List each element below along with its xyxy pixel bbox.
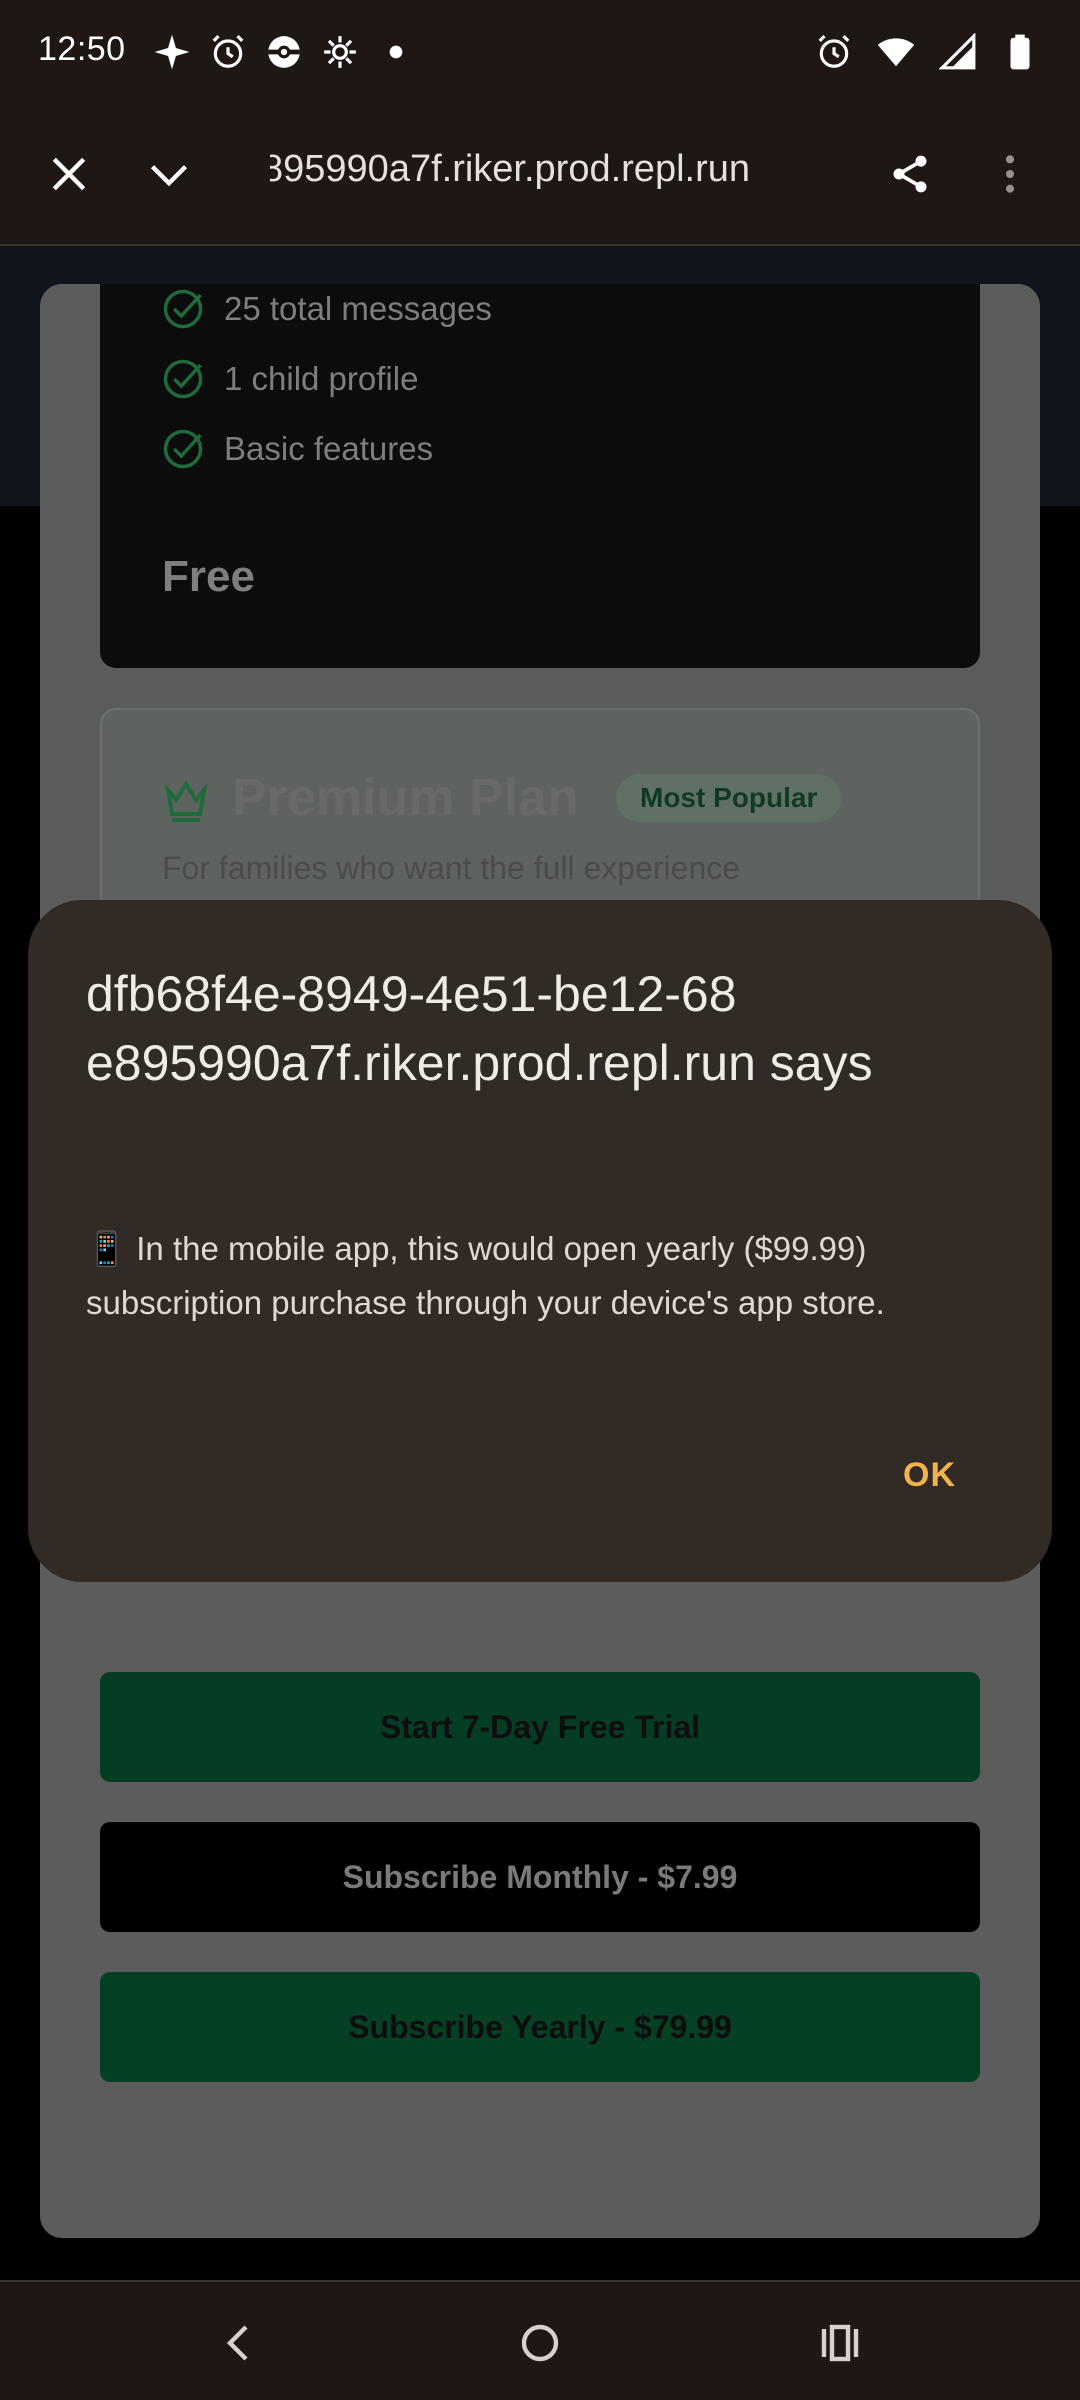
recents-icon xyxy=(821,2324,859,2362)
premium-plan-title: Premium Plan xyxy=(232,769,579,827)
check-circle-icon xyxy=(163,289,203,329)
browser-toolbar: dfb68f4e-8949-4e51-be12-68e895990a7f.rik… xyxy=(0,104,1080,246)
more-vert-icon xyxy=(1005,155,1015,193)
feature-row: Basic features xyxy=(162,428,433,470)
signal-icon xyxy=(938,32,978,72)
free-plan-card: 25 total messages 1 child profile Basic … xyxy=(100,284,980,668)
gear-flower-icon xyxy=(320,32,360,72)
status-right-icons xyxy=(814,30,1040,74)
back-button[interactable] xyxy=(205,2308,275,2378)
more-options-button[interactable] xyxy=(975,139,1045,209)
share-icon xyxy=(893,155,927,193)
close-tab-button[interactable] xyxy=(34,139,104,209)
battery-icon xyxy=(1000,32,1040,72)
home-button[interactable] xyxy=(505,2308,575,2378)
dot-icon xyxy=(376,32,416,72)
home-icon xyxy=(521,2324,559,2362)
dialog-message: 📱 In the mobile app, this would open yea… xyxy=(86,1230,885,1321)
back-icon xyxy=(226,2325,248,2361)
share-button[interactable] xyxy=(875,139,945,209)
subscribe-yearly-button[interactable]: Subscribe Yearly - $79.99 xyxy=(100,1972,980,2082)
pokeball-icon xyxy=(264,32,304,72)
chevron-down-icon xyxy=(150,165,188,187)
status-left-icons xyxy=(152,30,416,74)
premium-plan-description: For families who want the full experienc… xyxy=(162,850,741,886)
alarm-icon xyxy=(814,32,854,72)
navigation-bar xyxy=(0,2280,1080,2400)
free-price-label: Free xyxy=(162,552,255,601)
status-bar: 12:50 xyxy=(0,0,1080,104)
feature-row: 1 child profile xyxy=(162,358,418,400)
alarm-icon xyxy=(208,32,248,72)
dialog-title: dfb68f4e-8949-4e51-be12-68 e895990a7f.ri… xyxy=(86,966,873,1091)
ok-button[interactable]: OK xyxy=(903,1456,956,1495)
recents-button[interactable] xyxy=(805,2308,875,2378)
close-icon xyxy=(52,157,86,191)
feature-label: 1 child profile xyxy=(224,360,419,397)
alert-dialog: dfb68f4e-8949-4e51-be12-68 e895990a7f.ri… xyxy=(28,900,1052,1582)
wifi-icon xyxy=(876,32,916,72)
url-text[interactable]: dfb68f4e-8949-4e51-be12-68e895990a7f.rik… xyxy=(270,148,750,208)
crown-icon xyxy=(164,780,208,822)
minimize-button[interactable] xyxy=(134,139,204,209)
most-popular-badge: Most Popular xyxy=(616,774,842,822)
feature-label: 25 total messages xyxy=(224,290,492,327)
sparkle-icon xyxy=(152,32,192,72)
check-circle-icon xyxy=(163,359,203,399)
start-trial-button[interactable]: Start 7-Day Free Trial xyxy=(100,1672,980,1782)
check-circle-icon xyxy=(163,429,203,469)
feature-row: 25 total messages xyxy=(162,288,492,330)
feature-label: Basic features xyxy=(224,430,434,467)
subscribe-monthly-button[interactable]: Subscribe Monthly - $7.99 xyxy=(100,1822,980,1932)
status-time: 12:50 xyxy=(38,30,126,68)
